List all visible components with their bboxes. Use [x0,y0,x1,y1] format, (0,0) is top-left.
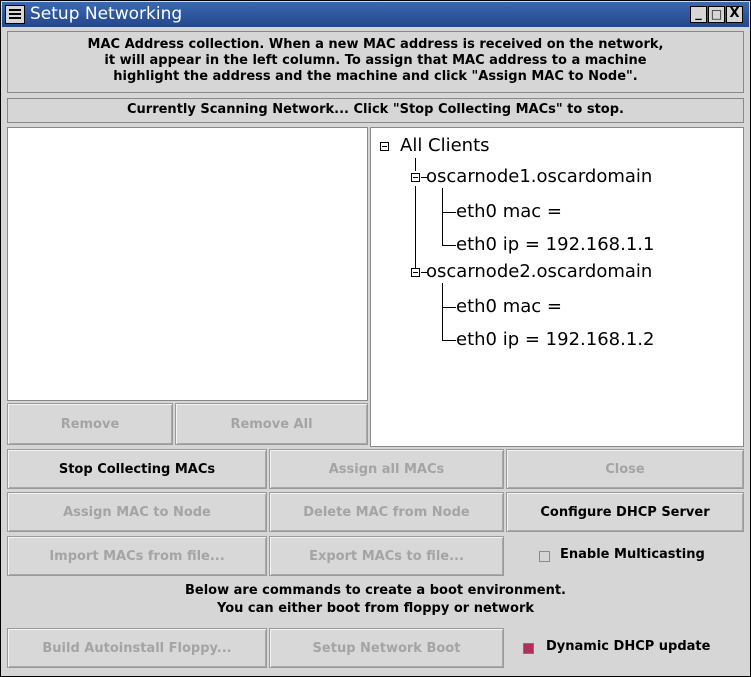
dynamic-dhcp-update-label[interactable]: Dynamic DHCP update [546,639,710,654]
enable-multicasting-checkbox[interactable] [539,551,550,562]
tree-node-oscarnode2[interactable]: oscarnode2.oscardomain [426,261,652,282]
tree-leaf-node1-ip[interactable]: eth0 ip = 192.168.1.1 [456,234,654,255]
remove-all-button[interactable]: Remove All [175,403,368,445]
tree-leaf-node1-mac[interactable]: eth0 mac = [456,201,562,222]
tree-connector [442,283,443,340]
boot-instructions-line: Below are commands to create a boot envi… [184,583,566,598]
instructions-panel: MAC Address collection. When a new MAC a… [7,31,744,93]
delete-mac-from-node-button[interactable]: Delete MAC from Node [269,492,504,532]
tree-connector [442,307,456,308]
clients-tree[interactable]: All Clients oscarnode1.oscardomain eth0 … [370,127,744,447]
build-autoinstall-floppy-button[interactable]: Build Autoinstall Floppy... [7,628,267,668]
setup-networking-window: Setup Networking _ □ X MAC Address colle… [0,0,751,677]
scan-status-text: Currently Scanning Network... Click "Sto… [7,98,744,123]
tree-node-oscarnode1[interactable]: oscarnode1.oscardomain [426,166,652,187]
tree-connector [415,158,416,171]
assign-mac-to-node-button[interactable]: Assign MAC to Node [7,492,267,532]
tree-connector [442,188,443,245]
tree-connector [442,245,456,246]
dynamic-dhcp-update-checkbox[interactable] [523,643,534,654]
tree-connector [442,212,456,213]
mac-address-list[interactable] [7,127,368,401]
instructions-line: MAC Address collection. When a new MAC a… [87,37,664,52]
tree-connector [415,186,416,268]
close-button[interactable]: Close [506,449,744,489]
boot-instructions: Below are commands to create a boot envi… [7,582,744,622]
enable-multicasting-label[interactable]: Enable Multicasting [560,547,705,562]
collapse-icon[interactable] [411,173,420,182]
collapse-icon[interactable] [380,142,389,151]
boot-instructions-line: You can either boot from floppy or netwo… [217,601,534,616]
configure-dhcp-server-button[interactable]: Configure DHCP Server [506,492,744,532]
tree-leaf-node2-ip[interactable]: eth0 ip = 192.168.1.2 [456,329,654,350]
tree-connector [442,340,456,341]
window-menu-icon[interactable] [5,5,25,24]
minimize-icon[interactable]: _ [690,6,707,23]
instructions-line: highlight the address and the machine an… [113,69,638,84]
collapse-icon[interactable] [411,268,420,277]
tree-leaf-node2-mac[interactable]: eth0 mac = [456,296,562,317]
instructions-line: it will appear in the left column. To as… [104,53,647,68]
close-icon[interactable]: X [726,6,743,23]
remove-button[interactable]: Remove [7,403,173,445]
title-bar[interactable]: Setup Networking _ □ X [2,2,749,27]
setup-network-boot-button[interactable]: Setup Network Boot [269,628,504,668]
maximize-icon[interactable]: □ [708,6,725,23]
tree-root-all-clients[interactable]: All Clients [400,135,490,156]
window-title: Setup Networking [30,4,183,24]
export-macs-button[interactable]: Export MACs to file... [269,536,504,576]
import-macs-button[interactable]: Import MACs from file... [7,536,267,576]
assign-all-macs-button[interactable]: Assign all MACs [269,449,504,489]
stop-collecting-macs-button[interactable]: Stop Collecting MACs [7,449,267,489]
